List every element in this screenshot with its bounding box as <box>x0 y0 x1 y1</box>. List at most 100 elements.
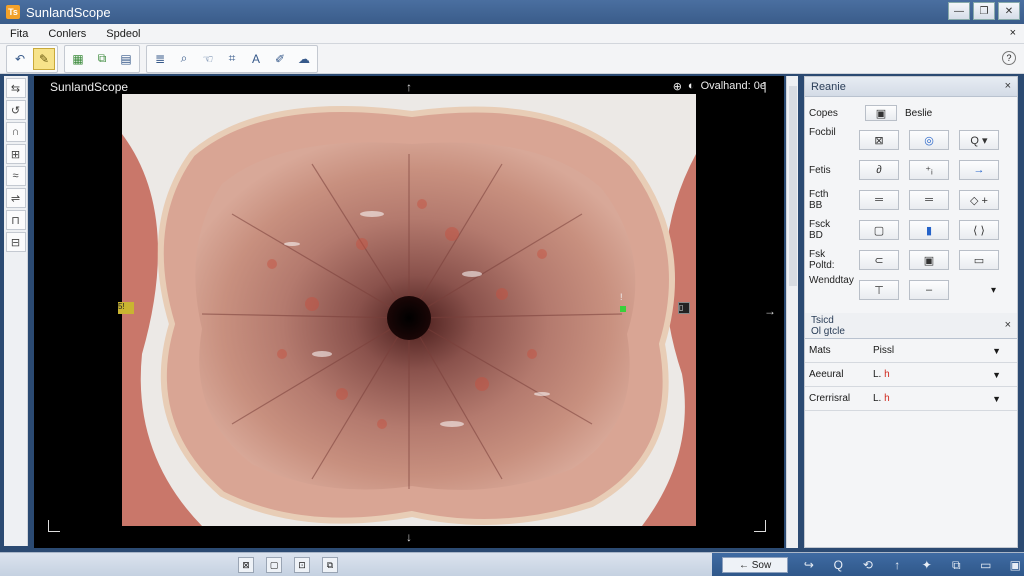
layers-button[interactable]: ≣ <box>149 48 171 70</box>
chevron-down-icon[interactable]: ▼ <box>992 370 1001 380</box>
save-view-button[interactable]: ← Sow <box>722 557 789 573</box>
panel-close-icon[interactable]: × <box>1005 80 1011 92</box>
menu-item-fita[interactable]: Fita <box>0 28 38 40</box>
dropdown-aeeural[interactable]: Aeeural L. h ▼ <box>805 363 1017 387</box>
viewport-scrollbar[interactable] <box>786 76 798 548</box>
brush-button[interactable]: ✐ <box>269 48 291 70</box>
corner-br-icon <box>754 520 766 532</box>
overlay-readout: Ovalhand: 0e <box>700 80 766 92</box>
fetis-cell-1[interactable]: ∂ <box>859 160 899 180</box>
wenddtay-cell-2[interactable]: – <box>909 280 949 300</box>
save-button[interactable]: ▤ <box>115 48 137 70</box>
fsk-cell-2[interactable]: ▣ <box>909 250 949 270</box>
wenddtay-cell-1[interactable]: ⊤ <box>859 280 899 300</box>
dropdown-mats[interactable]: Mats Pissl ▼ <box>805 339 1017 363</box>
contrast-icon[interactable]: ◐ <box>688 80 695 93</box>
tool-arch-button[interactable]: ∩ <box>5 122 26 142</box>
text-icon: A <box>251 51 260 66</box>
tool-wave-button[interactable]: ≈ <box>5 166 26 186</box>
toolbar-group-tools: ≣ ⌕ ☜ ⌗ A ✐ ☁ <box>146 44 318 73</box>
panel-title: Reanie <box>811 80 846 93</box>
menu-item-spdeol[interactable]: Spdeol <box>96 28 150 40</box>
prop-row-fsk: Fsk Poltd: ⊂ ▣ ▭ <box>805 245 1017 275</box>
star-icon[interactable]: ✦ <box>918 558 935 572</box>
layers-icon: ≣ <box>154 51 166 66</box>
close-button[interactable]: ✕ <box>998 2 1020 20</box>
dropdown-crerrisral[interactable]: Crerrisral L. h ▼ <box>805 387 1017 411</box>
redo-icon[interactable]: ↪ <box>800 558 817 572</box>
zoom-button[interactable]: ⌕ <box>173 48 195 70</box>
help-icon[interactable]: ? <box>1002 51 1016 65</box>
tissue-image-graphic <box>122 94 696 526</box>
minimize-button[interactable]: — <box>948 2 970 20</box>
hand-button[interactable]: ☜ <box>197 48 219 70</box>
fsk-cell-1[interactable]: ⊂ <box>859 250 899 270</box>
tool-grid-button[interactable]: ⊞ <box>5 144 26 164</box>
crop-button[interactable]: ⌗ <box>221 48 243 70</box>
tool-split-button[interactable]: ⊟ <box>5 232 26 252</box>
focbil-cell-1[interactable]: ⊠ <box>859 130 899 150</box>
fullscreen-icon[interactable]: ▣ <box>1007 558 1024 572</box>
chevron-down-icon[interactable]: ▼ <box>992 346 1001 356</box>
undo-button[interactable]: ↶ <box>9 48 31 70</box>
fcth-cell-2[interactable]: ═ <box>909 190 949 210</box>
status-image-icon[interactable]: ⊠ <box>238 557 254 573</box>
prop-label: Wenddtay <box>809 275 854 286</box>
pencil-icon: ✎ <box>38 51 50 66</box>
dropdown-value: Pissl <box>873 345 895 356</box>
restore-button[interactable]: ❐ <box>973 2 995 20</box>
hand-icon: ☜ <box>202 51 214 66</box>
scrollbar-thumb[interactable] <box>789 86 797 286</box>
grid-button[interactable]: ▦ <box>67 48 89 70</box>
panel-header: Reanie × <box>805 77 1017 97</box>
tool-flip-button[interactable]: ⇌ <box>5 188 26 208</box>
fetis-cell-2[interactable]: ⁺ᵢ <box>909 160 949 180</box>
viewport-overlay: ⊕ ◐ Ovalhand: 0e <box>673 80 766 93</box>
prop-row-focbil: Focbil ⊠ ◎ Q ▾ <box>805 125 1017 155</box>
fsck-cell-1[interactable]: ▢ <box>859 220 899 240</box>
bracket-icon: ⌉ <box>762 80 767 94</box>
image-viewport[interactable]: SunlandScope ⊕ ◐ Ovalhand: 0e ↑ ↓ → ⌉ 5!… <box>34 76 784 548</box>
pan-down-icon[interactable]: ↓ <box>406 530 412 544</box>
target-icon[interactable]: ⊕ <box>673 80 682 93</box>
focbil-cell-2[interactable]: ◎ <box>909 130 949 150</box>
menu-close-icon[interactable]: × <box>1010 27 1016 39</box>
status-copy-icon[interactable]: ⧉ <box>322 557 338 573</box>
status-frame-icon[interactable]: ▢ <box>266 557 282 573</box>
pan-right-icon[interactable]: → <box>764 304 776 318</box>
upload-icon[interactable]: ↑ <box>889 558 906 572</box>
prop-label: Fetis <box>809 164 831 176</box>
fcth-cell-1[interactable]: ═ <box>859 190 899 210</box>
pan-up-icon[interactable]: ↑ <box>406 80 412 94</box>
focbil-cell-3[interactable]: Q ▾ <box>959 130 999 150</box>
prop-row-fcth: Fcth BB ═ ═ ◇ + <box>805 185 1017 215</box>
dropdown-value: L. h <box>873 369 890 380</box>
crop-icon: ⌗ <box>228 51 236 65</box>
prop-row-fetis: Fetis ∂ ⁺ᵢ → <box>805 155 1017 185</box>
fsck-cell-3[interactable]: ⟨ ⟩ <box>959 220 999 240</box>
tool-measure-button[interactable]: ⊓ <box>5 210 26 230</box>
chevron-down-icon[interactable]: ▼ <box>992 394 1001 404</box>
search-icon[interactable]: Q <box>830 558 847 572</box>
fcth-cell-3[interactable]: ◇ + <box>959 190 999 210</box>
cloud-icon: ☁ <box>298 51 310 66</box>
status-fit-icon[interactable]: ⊡ <box>294 557 310 573</box>
fsk-cell-3[interactable]: ▭ <box>959 250 999 270</box>
grid-icon: ▦ <box>72 51 84 66</box>
layers-icon[interactable]: ⧉ <box>948 558 965 573</box>
copes-toggle[interactable]: ▣ <box>865 105 897 121</box>
fetis-cell-3[interactable]: → <box>959 160 999 180</box>
rotate-icon[interactable]: ⟲ <box>859 558 876 572</box>
section2-close-icon[interactable]: × <box>1005 319 1011 331</box>
tool-rotate-button[interactable]: ↺ <box>5 100 26 120</box>
wenddtay-dropdown-icon[interactable]: ▾ <box>991 285 996 296</box>
window-icon[interactable]: ▭ <box>977 558 994 572</box>
cloud-button[interactable]: ☁ <box>293 48 315 70</box>
text-button[interactable]: A <box>245 48 267 70</box>
fsck-cell-2[interactable]: ▮ <box>909 220 949 240</box>
tool-swap-button[interactable]: ⇆ <box>5 78 26 98</box>
pencil-button[interactable]: ✎ <box>33 47 55 70</box>
folder-button[interactable]: ⧉ <box>91 48 113 70</box>
menu-item-conlers[interactable]: Conlers <box>38 28 96 40</box>
left-marker: 5! <box>118 302 134 314</box>
